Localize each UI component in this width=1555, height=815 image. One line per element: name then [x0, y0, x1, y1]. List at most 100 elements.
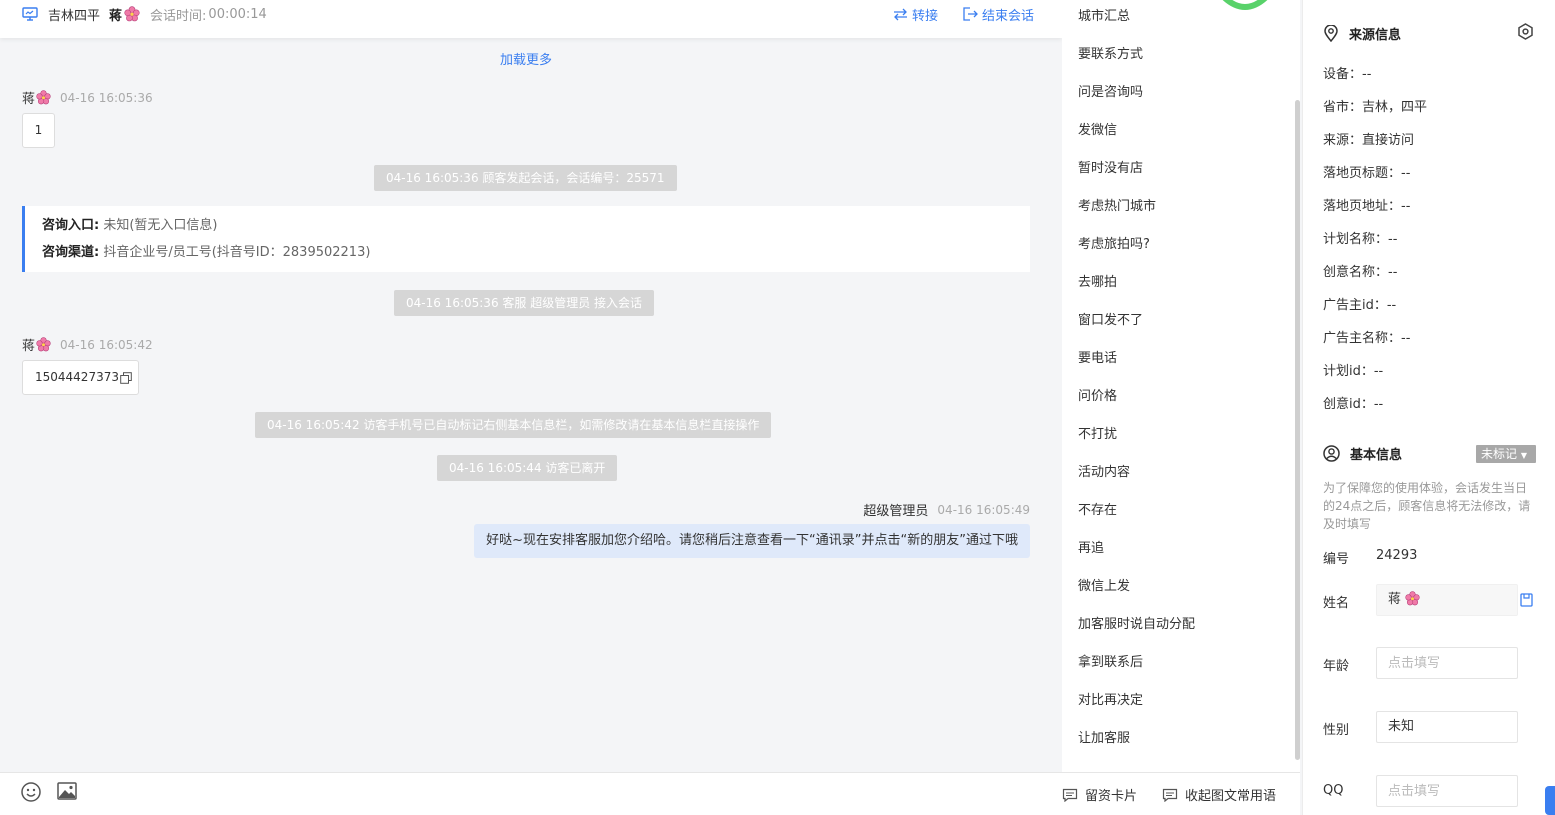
gender-label: 性别 [1323, 723, 1350, 738]
message-time: 04-16 16:05:42 [60, 337, 153, 352]
agent-name: 超级管理员 [863, 504, 929, 519]
message-text: 15044427373 [35, 370, 119, 384]
phrase-item[interactable]: 对比再决定 [1078, 689, 1143, 708]
phrase-item[interactable]: 暂时没有店 [1078, 157, 1143, 176]
source-device: 设备：-- [1323, 67, 1372, 82]
collapse-phrases-button[interactable]: 收起图文常用语 [1162, 785, 1276, 804]
message-time: 04-16 16:05:36 [60, 90, 153, 105]
settings-icon[interactable] [1517, 23, 1534, 44]
mark-dropdown[interactable]: 未标记 ▼ [1476, 445, 1536, 463]
phrase-item[interactable]: 考虑旅拍吗? [1078, 233, 1150, 252]
phrase-item[interactable]: 窗口发不了 [1078, 309, 1143, 328]
load-more-link[interactable]: 加载更多 [0, 49, 1052, 68]
id-label: 编号 [1323, 552, 1350, 567]
source-advertiser-name: 广告主名称：-- [1323, 331, 1411, 346]
source-landing-title: 落地页标题：-- [1323, 166, 1411, 181]
session-time: 00:00:14 [208, 6, 267, 22]
visitor-message-bubble: 1 [22, 113, 55, 148]
transfer-icon [893, 8, 908, 21]
consult-info-card: 咨询入口: 未知(暂无入口信息) 咨询渠道: 抖音企业号/员工号(抖音号ID：2… [22, 206, 1030, 272]
phrase-item[interactable]: 不存在 [1078, 499, 1117, 518]
message-text: 1 [34, 123, 43, 137]
transfer-button[interactable]: 转接 [893, 4, 938, 24]
source-origin: 来源：直接访问 [1323, 133, 1415, 148]
source-info-title: 来源信息 [1323, 24, 1401, 43]
visitor-summary: 吉林四平 蒋 会话时间: 00:00:14 [22, 5, 267, 24]
consult-channel-row: 咨询渠道: 抖音企业号/员工号(抖音号ID：2839502213) [42, 243, 1013, 270]
monitor-icon [22, 7, 38, 21]
phrase-item[interactable]: 不打扰 [1078, 423, 1117, 442]
source-plan-name: 计划名称：-- [1323, 232, 1398, 247]
phrase-item[interactable]: 拿到联系后 [1078, 651, 1143, 670]
phrase-item[interactable]: 问价格 [1078, 385, 1117, 404]
gender-select[interactable]: 未知 [1376, 711, 1518, 743]
sender-name: 蒋 [22, 339, 36, 354]
agent-message-bubble: 好哒~现在安排客服加您介绍哈。请您稍后注意查看一下“通讯录”并点击“新的朋友”通… [474, 524, 1030, 558]
phrase-item[interactable]: 要电话 [1078, 347, 1117, 366]
edit-deadline-note: 为了保障您的使用体验，会话发生当日的24点之后，顾客信息将无法修改，请及时填写 [1323, 481, 1531, 531]
age-input[interactable] [1376, 647, 1518, 679]
source-info-label: 来源信息 [1349, 28, 1402, 43]
message-icon [1162, 788, 1178, 802]
location-pin-icon [1323, 25, 1339, 42]
transfer-label: 转接 [912, 8, 939, 24]
system-message: 04-16 16:05:44 访客已离开 [437, 455, 618, 481]
side-toggle-button[interactable] [1545, 786, 1555, 815]
agent-message-meta: 超级管理员 04-16 16:05:49 [863, 500, 1030, 520]
consult-channel-label: 咨询渠道: [42, 245, 100, 260]
cherry-blossom-icon [124, 6, 140, 22]
consult-entry-row: 咨询入口: 未知(暂无入口信息) [42, 216, 1013, 243]
lead-card-button[interactable]: 留资卡片 [1062, 785, 1137, 804]
qq-input[interactable] [1376, 775, 1518, 807]
phrase-item[interactable]: 城市汇总 [1078, 5, 1130, 24]
system-message: 04-16 16:05:36 客服 超级管理员 接入会话 [394, 290, 655, 316]
phrase-item[interactable]: 发微信 [1078, 119, 1117, 138]
system-message: 04-16 16:05:36 顾客发起会话，会话编号：25571 [374, 165, 677, 191]
input-toolbar: 留资卡片 收起图文常用语 [0, 772, 1300, 815]
name-value: 蒋 [1388, 592, 1402, 607]
caret-down-icon: ▼ [1520, 451, 1527, 460]
cherry-blossom-icon [36, 337, 51, 352]
copy-name-icon[interactable] [1520, 593, 1534, 611]
phrases-scrollbar[interactable] [1295, 100, 1300, 760]
mark-label: 未标记 [1481, 447, 1518, 461]
emoji-icon[interactable] [21, 782, 41, 806]
phrase-item[interactable]: 加客服时说自动分配 [1078, 613, 1195, 632]
cherry-blossom-icon [1405, 591, 1420, 606]
age-label: 年龄 [1323, 659, 1350, 674]
copy-icon[interactable] [120, 371, 132, 384]
message-meta: 蒋 04-16 16:05:36 [22, 88, 153, 107]
cherry-blossom-icon [36, 90, 51, 105]
end-session-button[interactable]: 结束会话 [963, 4, 1034, 24]
phrase-item[interactable]: 让加客服 [1078, 727, 1130, 746]
chat-header: 吉林四平 蒋 会话时间: 00:00:14 转接 结束会话 [0, 0, 1062, 38]
source-advertiser-id: 广告主id：-- [1323, 298, 1397, 313]
card-icon [1062, 788, 1078, 802]
phrase-item[interactable]: 活动内容 [1078, 461, 1130, 480]
end-session-label: 结束会话 [982, 8, 1035, 24]
basic-info-label: 基本信息 [1350, 448, 1403, 463]
consult-channel-value: 抖音企业号/员工号(抖音号ID：2839502213) [103, 245, 371, 260]
lead-card-label: 留资卡片 [1085, 789, 1138, 804]
visitor-location: 吉林四平 [48, 8, 101, 24]
source-province-city: 省市：吉林，四平 [1323, 100, 1428, 115]
consult-entry-value: 未知(暂无入口信息) [103, 218, 218, 233]
phrase-item[interactable]: 微信上发 [1078, 575, 1130, 594]
phrase-item[interactable]: 要联系方式 [1078, 43, 1143, 62]
agent-message-time: 04-16 16:05:49 [937, 502, 1030, 517]
exit-icon [963, 7, 978, 21]
basic-info-title: 基本信息 [1323, 444, 1402, 463]
sender-name: 蒋 [22, 92, 36, 107]
phrase-item[interactable]: 考虑热门城市 [1078, 195, 1156, 214]
message-meta: 蒋 04-16 16:05:42 [22, 335, 153, 354]
phrase-item[interactable]: 问是咨询吗 [1078, 81, 1143, 100]
image-icon[interactable] [57, 782, 77, 804]
id-value: 24293 [1376, 548, 1418, 563]
phrase-item[interactable]: 去哪拍 [1078, 271, 1117, 290]
source-creative-name: 创意名称：-- [1323, 265, 1398, 280]
system-message: 04-16 16:05:42 访客手机号已自动标记右侧基本信息栏，如需修改请在基… [255, 412, 772, 438]
user-circle-icon [1323, 445, 1340, 462]
phrase-item[interactable]: 再追 [1078, 537, 1104, 556]
source-plan-id: 计划id：-- [1323, 364, 1384, 379]
name-label: 姓名 [1323, 596, 1350, 611]
